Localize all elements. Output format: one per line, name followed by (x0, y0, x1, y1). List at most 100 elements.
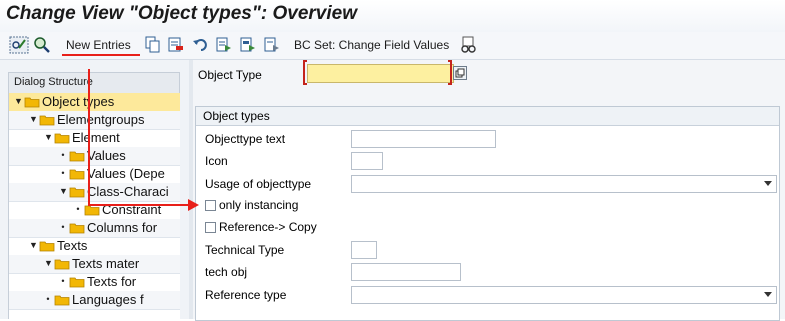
glasses-icon (460, 36, 478, 54)
tree-item-label: Values (87, 148, 126, 163)
folder-icon (39, 115, 55, 126)
tree-item-label: Element (72, 130, 120, 145)
folder-icon (69, 277, 85, 288)
tree-item[interactable]: ▼ Elementgroups (9, 111, 180, 130)
object-type-input[interactable] (307, 64, 454, 83)
group-title: Object types (203, 109, 270, 123)
bc-set-label: BC Set: Change Field Values (294, 38, 450, 52)
bc-set-change-field-values-button[interactable]: BC Set: Change Field Values (294, 36, 449, 54)
tree-item[interactable]: ▼ Class-Characi (9, 183, 180, 202)
leaf-bullet-icon: • (61, 150, 65, 160)
annotation-underline (62, 54, 140, 56)
copy-as-button[interactable] (145, 36, 161, 54)
expand-triangle-icon[interactable]: ▼ (44, 132, 53, 142)
tree-item[interactable]: ▼ Element (9, 129, 180, 148)
find-button[interactable] (33, 36, 51, 54)
dialog-structure-tree: ▼ Object types ▼ Elementgroups ▼ Element • Valu… (8, 93, 180, 319)
undo-icon (192, 36, 208, 54)
new-entries-button[interactable]: New Entries (66, 36, 131, 54)
glasses-pencil-icon (9, 36, 29, 54)
required-marker-right (448, 60, 452, 85)
icon-field[interactable] (351, 152, 383, 170)
folder-icon (69, 223, 85, 234)
dropdown-arrow-icon (764, 292, 772, 297)
page-title: Change View "Object types": Overview (6, 3, 357, 24)
objecttype-text-label: Objecttype text (205, 132, 286, 146)
reference-copy-checkbox[interactable] (205, 222, 216, 233)
leaf-bullet-icon: • (61, 276, 65, 286)
tech-obj-label: tech obj (205, 265, 248, 279)
annotation-line-vertical (88, 69, 90, 205)
usage-dropdown[interactable] (351, 175, 777, 193)
icon-label: Icon (205, 154, 228, 168)
tree-item[interactable]: • Texts for (9, 273, 180, 292)
usage-label: Usage of objecttype (205, 177, 312, 191)
technical-type-field[interactable] (351, 241, 377, 259)
tree-item-label: Texts mater (72, 256, 140, 271)
only-instancing-checkbox[interactable] (205, 200, 216, 211)
magnifier-icon (33, 36, 51, 54)
only-instancing-label: only instancing (219, 198, 299, 212)
reference-type-dropdown[interactable] (351, 286, 777, 304)
tree-item[interactable]: ▼ Texts mater (9, 255, 180, 274)
expand-triangle-icon[interactable]: ▼ (14, 96, 23, 106)
select-all-icon (216, 36, 232, 54)
folder-icon (54, 259, 70, 270)
tree-item[interactable]: ▼ Texts (9, 237, 180, 256)
tree-item-label: Elementgroups (57, 112, 145, 127)
display-change-button[interactable] (9, 36, 29, 54)
object-type-label: Object Type (198, 68, 262, 82)
expand-triangle-icon[interactable]: ▼ (59, 186, 68, 196)
reference-copy-label: Reference-> Copy (219, 220, 317, 234)
deselect-all-icon (264, 36, 280, 54)
value-help-button[interactable] (453, 66, 467, 83)
select-block-button[interactable] (240, 36, 256, 54)
technical-type-label: Technical Type (205, 243, 285, 257)
select-block-icon (240, 36, 256, 54)
reference-type-label: Reference type (205, 288, 287, 302)
tree-item[interactable]: ▼ Object types (9, 93, 180, 112)
folder-icon (69, 169, 85, 180)
tree-item-label: Values (Depe (87, 166, 165, 181)
leaf-bullet-icon: • (61, 168, 65, 178)
folder-icon (69, 151, 85, 162)
leaf-bullet-icon: • (76, 204, 80, 214)
folder-icon (39, 241, 55, 252)
new-entries-label: New Entries (66, 38, 131, 52)
dialog-structure-panel: Dialog Structure ▼ Object types ▼ Elementgr… (0, 60, 189, 319)
objecttype-text-field[interactable] (351, 130, 496, 148)
leaf-bullet-icon: • (61, 222, 65, 232)
tech-obj-field[interactable] (351, 263, 461, 281)
select-all-button[interactable] (216, 36, 232, 54)
copy-icon (145, 36, 161, 54)
undo-button[interactable] (192, 36, 208, 54)
tree-item-label: Languages f (72, 292, 144, 307)
expand-triangle-icon[interactable]: ▼ (44, 258, 53, 268)
tree-item[interactable]: • Values (Depe (9, 165, 180, 184)
tree-item-label: Columns for (87, 220, 158, 235)
tree-item-label: Texts (57, 238, 88, 253)
tree-item-label: Object types (42, 94, 115, 109)
value-help-icon (453, 66, 467, 80)
expand-triangle-icon[interactable]: ▼ (29, 114, 38, 124)
tree-item[interactable]: • Languages f (9, 291, 180, 310)
group-header: Object types (196, 107, 779, 126)
delete-rows-icon (168, 36, 184, 54)
folder-icon (69, 187, 85, 198)
title-bar: Change View "Object types": Overview (0, 0, 785, 32)
dialog-structure-header: Dialog Structure (8, 72, 180, 93)
tree-item[interactable]: • Values (9, 147, 180, 166)
delete-button[interactable] (168, 36, 184, 54)
annotation-arrowhead (188, 199, 199, 211)
expand-triangle-icon[interactable]: ▼ (29, 240, 38, 250)
annotation-line-horizontal (88, 204, 192, 206)
dropdown-arrow-icon (764, 181, 772, 186)
folder-icon (54, 295, 70, 306)
tree-item-label: Texts for (87, 274, 137, 289)
folder-icon (54, 133, 70, 144)
folder-icon (24, 97, 40, 108)
tree-item[interactable]: • Columns for (9, 219, 180, 238)
deselect-all-button[interactable] (264, 36, 280, 54)
bc-set-glasses-button[interactable] (460, 36, 478, 54)
dialog-structure-title: Dialog Structure (14, 76, 93, 88)
